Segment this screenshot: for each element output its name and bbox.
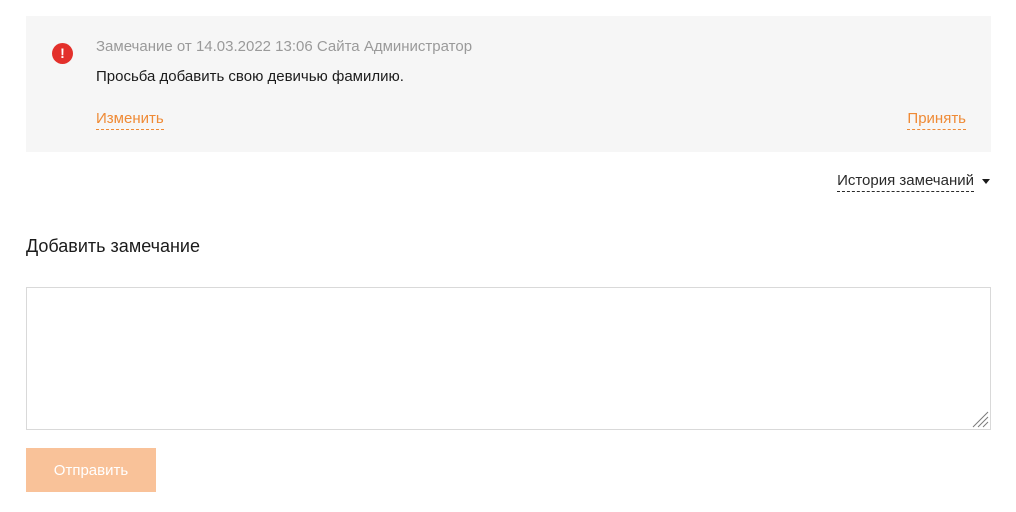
submit-button[interactable]: Отправить [26,448,156,492]
resize-grip-icon[interactable] [970,409,989,428]
add-comment-title: Добавить замечание [26,236,200,256]
notice-text: Просьба добавить свою девичью фамилию. [96,68,404,85]
edit-link[interactable]: Изменить [96,110,164,130]
notice-meta: Замечание от 14.03.2022 13:06 Сайта Адми… [96,38,473,55]
history-label[interactable]: История замечаний [837,172,974,192]
caret-down-icon[interactable] [982,178,990,184]
history-toggle[interactable]: История замечаний [837,172,990,192]
comment-textarea[interactable] [26,287,991,430]
exclamation-icon: ! [52,43,73,64]
notice-panel: ! Замечание от 14.03.2022 13:06 Сайта Ад… [26,16,991,152]
accept-link[interactable]: Принять [907,110,966,130]
